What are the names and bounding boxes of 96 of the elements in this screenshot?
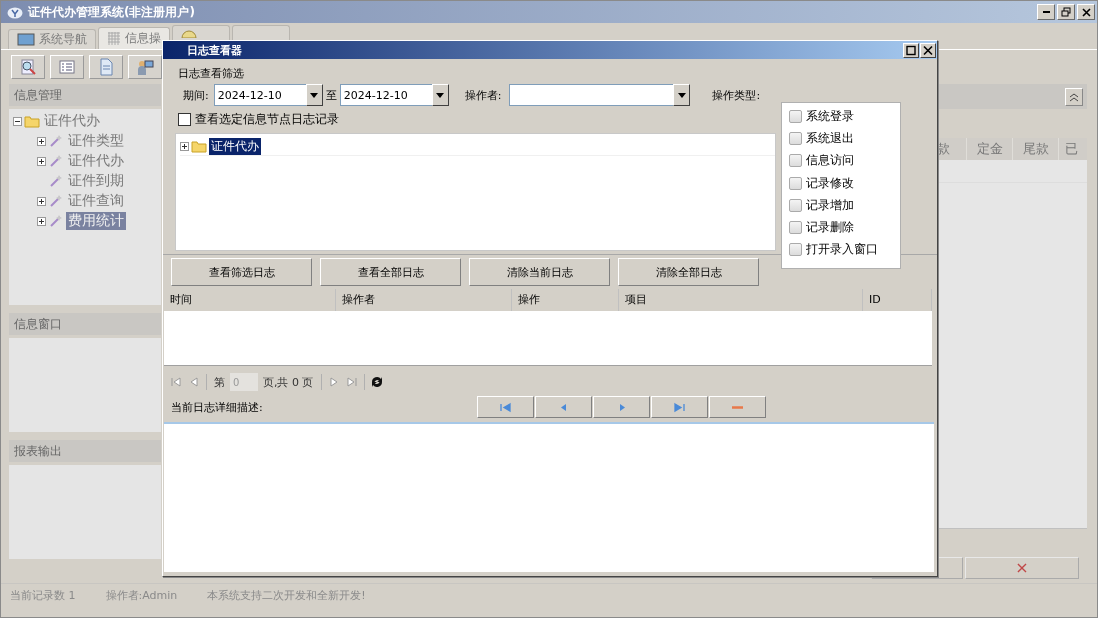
minimize-button[interactable] bbox=[1037, 4, 1055, 20]
folder-icon bbox=[24, 114, 40, 128]
window-title: 证件代办管理系统(非注册用户) bbox=[28, 3, 195, 21]
help-icon bbox=[181, 30, 197, 38]
checkbox[interactable] bbox=[789, 243, 802, 257]
previous-record-button[interactable] bbox=[535, 396, 592, 418]
tree-item[interactable]: 证件代办 bbox=[42, 112, 102, 130]
app-logo-icon bbox=[7, 5, 23, 19]
status-text: 操作者:Admin bbox=[105, 587, 178, 603]
minimize-icon bbox=[1042, 11, 1050, 13]
checkbox[interactable] bbox=[178, 112, 191, 126]
delete-button[interactable] bbox=[709, 396, 766, 418]
checkbox[interactable] bbox=[789, 221, 802, 235]
list-icon bbox=[58, 58, 76, 76]
checkbox[interactable] bbox=[789, 198, 802, 212]
section-header[interactable]: 报表输出 bbox=[9, 440, 161, 462]
field-label: 至 bbox=[325, 87, 337, 103]
button[interactable]: 查看全部日志 bbox=[320, 258, 461, 286]
tab[interactable]: 信息操 bbox=[98, 27, 170, 49]
field-label: 期间: bbox=[183, 87, 209, 103]
next-record-button[interactable] bbox=[593, 396, 650, 418]
collapse-button[interactable] bbox=[1065, 87, 1083, 106]
group-label: 日志查看筛选 bbox=[177, 66, 245, 82]
checkbox-label[interactable]: 记录删除 bbox=[806, 219, 854, 237]
wand-icon bbox=[48, 193, 64, 209]
pager-label: 第 bbox=[214, 374, 225, 390]
field-label: 操作者: bbox=[464, 87, 502, 103]
document-button[interactable] bbox=[89, 55, 123, 79]
tree-item[interactable]: 证件代办 bbox=[66, 152, 126, 170]
tree-item[interactable]: 证件到期 bbox=[66, 172, 126, 190]
maximize-button[interactable] bbox=[903, 42, 919, 58]
expand-icon[interactable] bbox=[180, 141, 189, 151]
checkbox-label[interactable]: 打开录入窗口 bbox=[806, 241, 878, 259]
tree-item[interactable]: 证件类型 bbox=[66, 132, 126, 150]
close-button[interactable] bbox=[1077, 4, 1095, 20]
document-icon bbox=[97, 58, 115, 76]
first-record-button[interactable] bbox=[477, 396, 534, 418]
list-button[interactable] bbox=[50, 55, 84, 79]
operator-field[interactable] bbox=[509, 84, 674, 106]
refresh-icon bbox=[369, 375, 384, 389]
checkbox-label[interactable]: 信息访问 bbox=[806, 152, 854, 170]
caret-down-icon bbox=[677, 92, 686, 98]
date-field[interactable]: 2024-12-10 bbox=[339, 84, 432, 106]
wand-icon bbox=[48, 213, 64, 229]
field-label: 操作类型: bbox=[712, 87, 761, 103]
caret-down-icon bbox=[310, 92, 319, 98]
checkbox-label[interactable]: 记录修改 bbox=[806, 174, 854, 192]
status-text: 本系统支持二次开发和全新开发! bbox=[207, 587, 366, 603]
folder-icon bbox=[191, 139, 207, 153]
chevron-up-icon bbox=[1069, 91, 1079, 102]
restore-button[interactable] bbox=[1057, 4, 1075, 20]
checkbox[interactable] bbox=[789, 109, 802, 123]
status-text: 当前记录数 1 bbox=[10, 587, 76, 603]
checkbox-label[interactable]: 系统登录 bbox=[806, 107, 854, 125]
first-icon bbox=[499, 400, 512, 414]
last-icon bbox=[673, 400, 686, 414]
monitor-icon bbox=[17, 33, 35, 46]
search-button[interactable] bbox=[11, 55, 45, 79]
last-record-button[interactable] bbox=[651, 396, 708, 418]
section-header[interactable]: 信息窗口 bbox=[9, 313, 161, 335]
expand-icon[interactable] bbox=[37, 136, 46, 146]
tree-item[interactable]: 证件查询 bbox=[66, 192, 126, 210]
checkbox-label[interactable]: 记录增加 bbox=[806, 196, 854, 214]
checkbox[interactable] bbox=[789, 131, 802, 145]
last-page-icon bbox=[344, 375, 359, 389]
wand-icon bbox=[48, 173, 64, 189]
button[interactable]: 清除当前日志 bbox=[469, 258, 610, 286]
checkbox-label[interactable]: 系统退出 bbox=[806, 129, 854, 147]
restore-icon bbox=[1058, 5, 1074, 19]
pager-label: 页,共 0 页 bbox=[263, 374, 314, 390]
grid-icon bbox=[107, 32, 121, 45]
close-icon bbox=[922, 44, 934, 56]
wand-icon bbox=[48, 133, 64, 149]
date-field[interactable]: 2024-12-10 bbox=[213, 84, 306, 106]
section-header[interactable]: 信息管理 bbox=[9, 84, 161, 106]
close-button[interactable] bbox=[920, 42, 936, 58]
search-icon bbox=[19, 58, 37, 76]
user-icon bbox=[136, 58, 154, 76]
expand-icon[interactable] bbox=[37, 216, 46, 226]
checkbox[interactable] bbox=[789, 176, 802, 190]
detail-label: 当前日志详细描述: bbox=[170, 399, 264, 415]
button[interactable]: 清除全部日志 bbox=[618, 258, 759, 286]
tree-item[interactable]: 证件代办 bbox=[209, 137, 261, 155]
user-button[interactable] bbox=[128, 55, 162, 79]
expand-icon[interactable] bbox=[37, 196, 46, 206]
checkbox[interactable] bbox=[789, 154, 802, 168]
dialog-title: 日志查看器 bbox=[186, 42, 242, 58]
dropdown-button[interactable] bbox=[673, 84, 691, 106]
collapse-icon[interactable] bbox=[13, 116, 22, 126]
checkbox-label[interactable]: 查看选定信息节点日志记录 bbox=[195, 110, 339, 128]
caret-down-icon bbox=[436, 92, 445, 98]
first-page-icon bbox=[169, 375, 183, 389]
wand-icon bbox=[48, 153, 64, 169]
expand-icon[interactable] bbox=[37, 156, 46, 166]
button[interactable]: 查看筛选日志 bbox=[171, 258, 312, 286]
maximize-icon bbox=[905, 44, 917, 56]
